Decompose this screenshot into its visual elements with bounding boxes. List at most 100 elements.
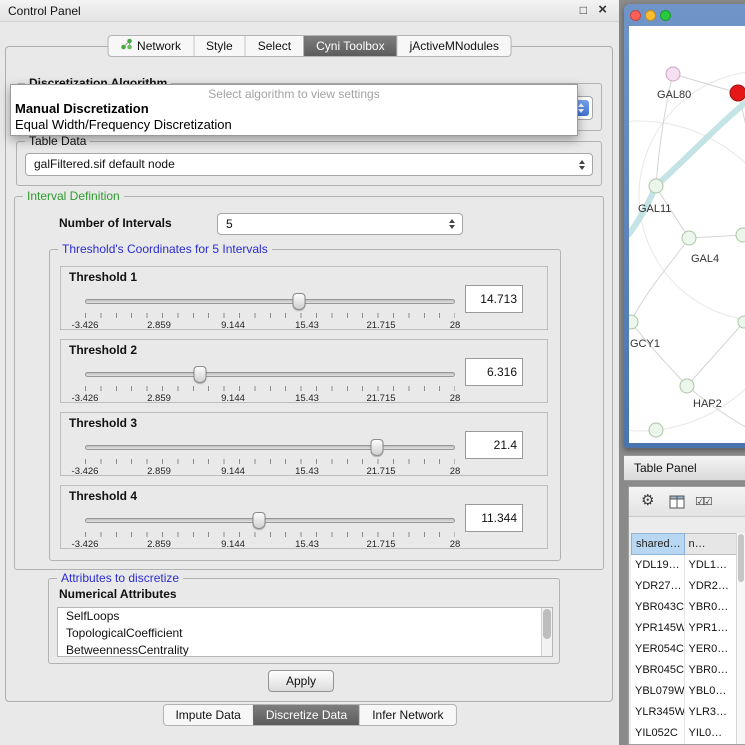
network-node[interactable] — [649, 423, 663, 437]
column-header-name[interactable]: n… — [685, 533, 738, 555]
tab-label: Network — [137, 36, 181, 56]
network-window-titlebar[interactable] — [624, 4, 745, 26]
network-node[interactable] — [629, 315, 638, 329]
tab-discretize-data[interactable]: Discretize Data — [253, 705, 359, 725]
table-data-combobox[interactable]: galFiltered.sif default node — [25, 153, 593, 176]
algorithm-dropdown-popup: Select algorithm to view settings Manual… — [10, 84, 578, 136]
table-cell[interactable]: YPR145W — [631, 618, 685, 639]
network-node[interactable] — [738, 316, 745, 328]
scale-label: 15.43 — [295, 466, 319, 477]
network-node[interactable] — [736, 228, 745, 242]
zoom-traffic-light[interactable] — [660, 10, 671, 21]
table-cell[interactable]: YDR2… — [685, 576, 738, 597]
scale-label: -3.426 — [72, 393, 99, 404]
combo-value: galFiltered.sif default node — [34, 154, 572, 175]
tab-cyni-toolbox[interactable]: Cyni Toolbox — [303, 36, 396, 56]
slider-thumb[interactable] — [292, 293, 305, 310]
table-row[interactable]: YLR345WYLR3… — [631, 702, 737, 723]
table-row[interactable]: YBR045CYBR0… — [631, 660, 737, 681]
tab-jactivemnodules[interactable]: jActiveMNodules — [397, 36, 511, 56]
table-cell[interactable]: YBR0… — [685, 660, 738, 681]
threshold-slider[interactable]: -3.4262.8599.14415.4321.71528 — [85, 439, 455, 477]
columns-icon[interactable] — [669, 495, 685, 514]
attribute-list-item[interactable]: BetweennessCentrality — [58, 642, 552, 657]
scale-label: 21.715 — [366, 320, 395, 331]
threshold-slider[interactable]: -3.4262.8599.14415.4321.71528 — [85, 512, 455, 550]
control-panel-tabs: Network Style Select Cyni Toolbox jActiv… — [107, 35, 512, 57]
apply-button[interactable]: Apply — [268, 670, 334, 692]
threshold-panel: Threshold 1 -3.4262.8599.14415.4321.7152… — [60, 266, 548, 330]
table-scrollbar[interactable] — [736, 533, 745, 744]
tab-label: jActiveMNodules — [410, 36, 499, 56]
attribute-list-item[interactable]: TopologicalCoefficient — [58, 625, 552, 642]
popup-item-equal-width-frequency[interactable]: Equal Width/Frequency Discretization — [11, 117, 577, 133]
table-cell[interactable]: YBR043C — [631, 597, 685, 618]
threshold-value-field[interactable]: 21.4 — [465, 431, 523, 459]
table-row[interactable]: YPR145WYPR1… — [631, 618, 737, 639]
table-row[interactable]: YER054CYER0… — [631, 639, 737, 660]
table-cell[interactable]: YLR345W — [631, 702, 685, 723]
attribute-list-item[interactable]: SelfLoops — [58, 608, 552, 625]
tab-network[interactable]: Network — [108, 36, 193, 56]
table-cell[interactable]: YDL1… — [685, 555, 738, 576]
combo-stepper-icon — [445, 217, 459, 231]
table-cell[interactable]: YLR3… — [685, 702, 738, 723]
table-cell[interactable]: YDL19… — [631, 555, 685, 576]
table-row[interactable]: YIL052CYIL0… — [631, 723, 737, 744]
table-row[interactable]: YBL079WYBL0… — [631, 681, 737, 702]
network-node-red[interactable] — [730, 85, 745, 101]
tab-infer-network[interactable]: Infer Network — [359, 705, 455, 725]
table-cell[interactable]: YIL052C — [631, 723, 685, 744]
table-row[interactable]: YDL19…YDL1… — [631, 555, 737, 576]
table-row[interactable]: YBR043CYBR0… — [631, 597, 737, 618]
list-scrollbar[interactable] — [541, 608, 552, 656]
table-cell[interactable]: YER054C — [631, 639, 685, 660]
node-label: GAL4 — [691, 253, 719, 265]
table-cell[interactable]: YBL0… — [685, 681, 738, 702]
attributes-listbox[interactable]: SelfLoopsTopologicalCoefficientBetweenne… — [57, 607, 553, 657]
threshold-slider[interactable]: -3.4262.8599.14415.4321.71528 — [85, 366, 455, 404]
threshold-slider[interactable]: -3.4262.8599.14415.4321.71528 — [85, 293, 455, 331]
network-canvas[interactable]: GAL80 GAL11 GAL4 GCY1 HAP2 — [629, 26, 745, 443]
tab-style[interactable]: Style — [193, 36, 245, 56]
network-edges — [631, 74, 745, 430]
table-cell[interactable]: YBR045C — [631, 660, 685, 681]
slider-thumb[interactable] — [252, 512, 265, 529]
select-columns-icon[interactable]: ☑☑ — [695, 495, 711, 508]
network-node[interactable] — [680, 379, 694, 393]
slider-thumb[interactable] — [371, 439, 384, 456]
table-toolbar: ⚙ ☑☑ — [629, 487, 745, 517]
tab-select[interactable]: Select — [245, 36, 303, 56]
close-traffic-light[interactable] — [630, 10, 641, 21]
table-row[interactable]: YDR27…YDR2… — [631, 576, 737, 597]
table-scrollbar-thumb[interactable] — [738, 534, 744, 582]
network-node[interactable] — [682, 231, 696, 245]
threshold-value-field[interactable]: 14.713 — [465, 285, 523, 313]
number-of-intervals-label: Number of Intervals — [59, 216, 172, 230]
threshold-value-field[interactable]: 6.316 — [465, 358, 523, 386]
number-of-intervals-combobox[interactable]: 5 — [217, 213, 463, 235]
slider-scale: -3.4262.8599.14415.4321.71528 — [85, 466, 455, 477]
scale-label: 28 — [450, 539, 461, 550]
table-cell[interactable]: YDR27… — [631, 576, 685, 597]
tab-impute-data[interactable]: Impute Data — [163, 705, 252, 725]
table-cell[interactable]: YBL079W — [631, 681, 685, 702]
table-cell[interactable]: YPR1… — [685, 618, 738, 639]
threshold-value-field[interactable]: 11.344 — [465, 504, 523, 532]
network-node-gal80[interactable] — [666, 67, 680, 81]
column-header-shared[interactable]: shared… — [631, 533, 685, 555]
close-icon[interactable]: × — [598, 1, 607, 18]
network-node[interactable] — [649, 179, 663, 193]
list-scrollbar-thumb[interactable] — [543, 609, 551, 639]
table-cell[interactable]: YBR0… — [685, 597, 738, 618]
table-cell[interactable]: YER0… — [685, 639, 738, 660]
minimize-traffic-light[interactable] — [645, 10, 656, 21]
slider-scale: -3.4262.8599.14415.4321.71528 — [85, 539, 455, 550]
node-label: GCY1 — [630, 338, 660, 350]
panel-title: Control Panel — [8, 4, 81, 18]
float-window-icon[interactable]: □ — [580, 3, 587, 17]
popup-item-manual-discretization[interactable]: Manual Discretization — [11, 101, 577, 117]
table-cell[interactable]: YIL0… — [685, 723, 738, 744]
gear-icon[interactable]: ⚙ — [641, 491, 654, 509]
slider-thumb[interactable] — [193, 366, 206, 383]
